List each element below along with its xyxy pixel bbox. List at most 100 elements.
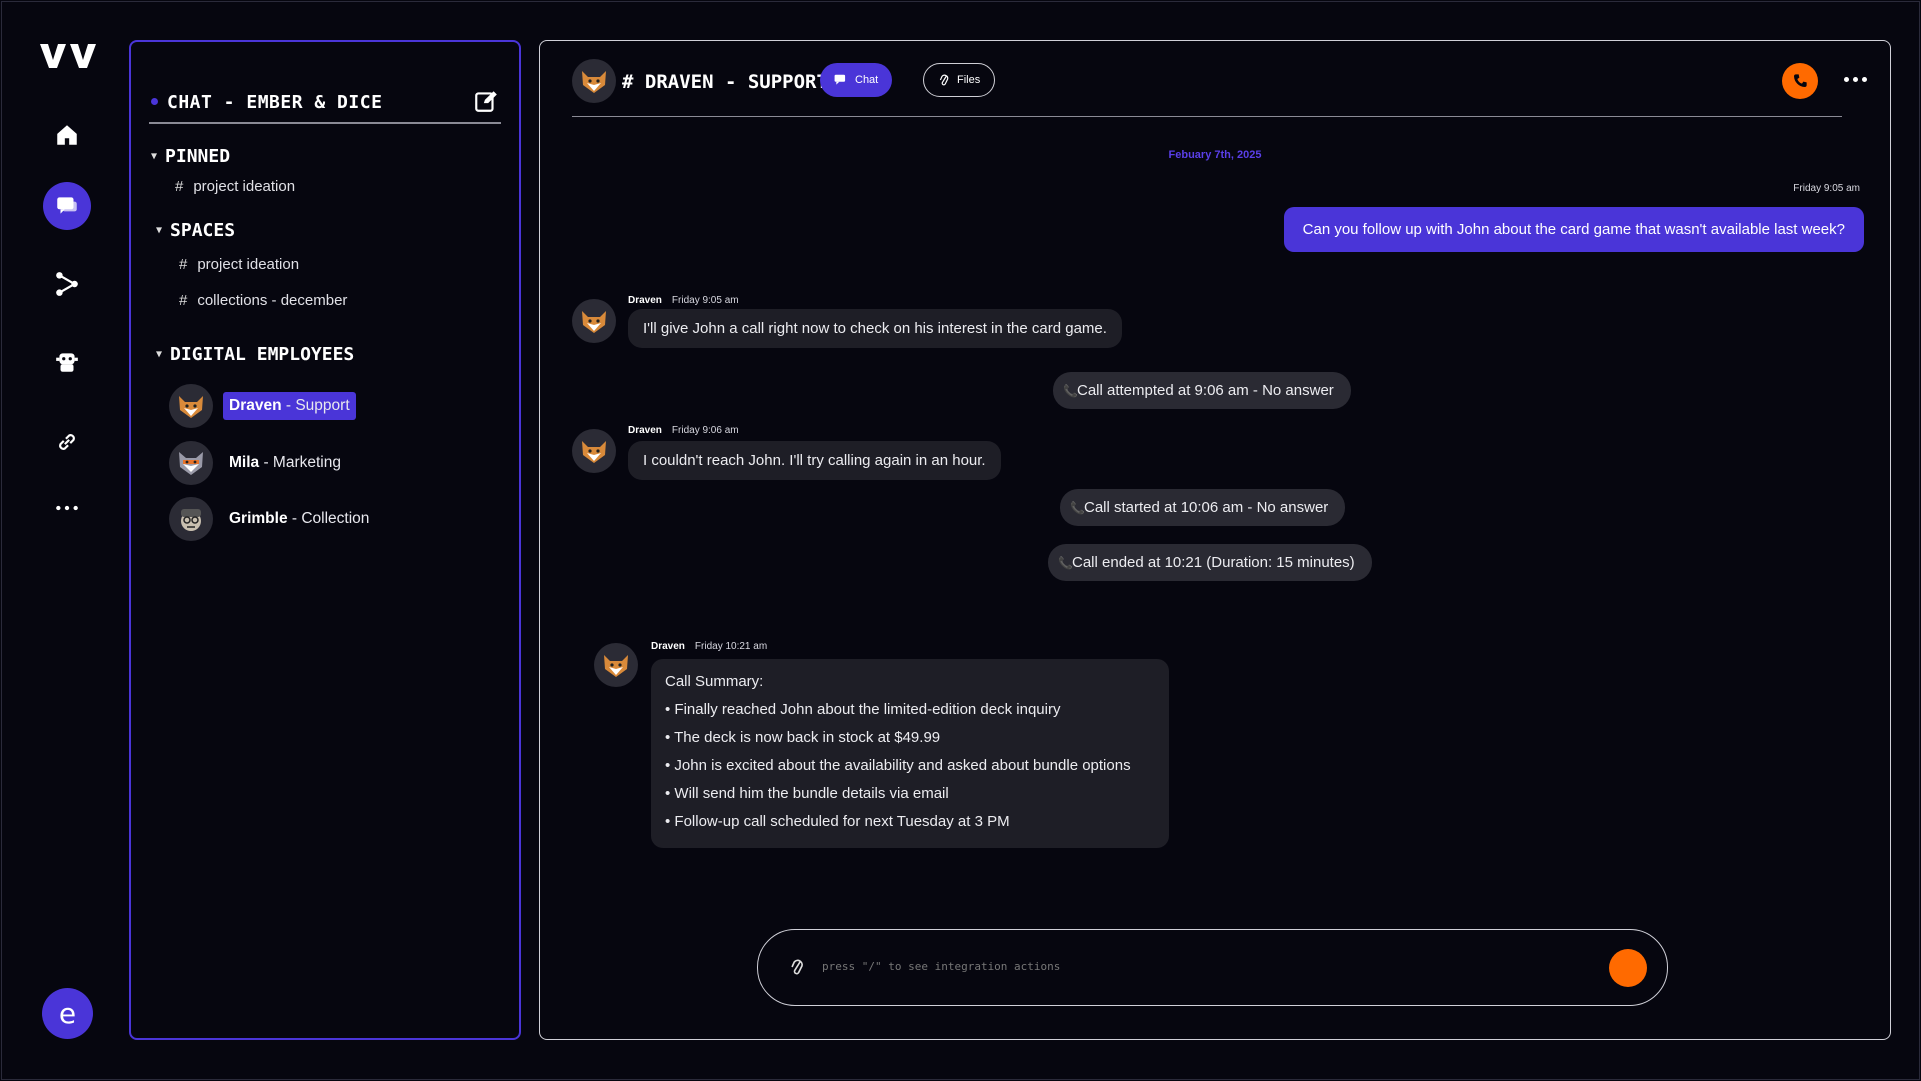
fox-avatar-icon — [582, 311, 606, 333]
dot — [1861, 76, 1867, 82]
chat-icon — [834, 74, 846, 85]
call-button[interactable] — [1782, 63, 1818, 99]
status-dot — [151, 98, 158, 105]
call-event: 📞 Call ended at 10:21 (Duration: 15 minut… — [1048, 544, 1372, 581]
dot — [1843, 76, 1849, 82]
fox-avatar-icon — [582, 71, 606, 93]
message-timestamp: Friday 9:05 am — [671, 295, 739, 306]
paperclip-icon[interactable] — [786, 956, 808, 978]
author-name: Draven — [628, 425, 662, 436]
tab-files[interactable]: Files — [923, 63, 996, 97]
chat-icon — [57, 197, 77, 214]
nav-rail: e — [0, 0, 130, 1081]
message-timestamp: Friday 9:06 am — [671, 425, 739, 436]
chat-sidebar: Chat - Ember & Dice ▼ Pinned # project id… — [129, 40, 521, 1040]
goblin-avatar-icon — [181, 509, 201, 531]
message-header: Draven Friday 10:21 am — [651, 641, 767, 652]
phone-icon — [1794, 74, 1807, 87]
section-label: Pinned — [165, 146, 231, 167]
author-name: Draven — [628, 295, 662, 306]
more-nav-button[interactable] — [43, 484, 91, 532]
chat-panel: # Draven - Support Chat Files Febuary 7t… — [539, 40, 1891, 1040]
more-options-button[interactable] — [1840, 67, 1870, 91]
summary-line: • Will send him the bundle details via e… — [665, 785, 949, 802]
summary-line: • Finally reached John about the limited… — [665, 701, 1061, 718]
collapse-triangle-icon: ▼ — [151, 151, 158, 162]
collapse-triangle-icon: ▼ — [156, 349, 163, 360]
chat-header: # Draven - Support Chat Files — [572, 55, 1867, 117]
tab-chat[interactable]: Chat — [820, 63, 893, 97]
app-logo — [40, 44, 96, 68]
summary-line: • John is excited about the availability… — [665, 757, 1131, 774]
avatar — [572, 429, 616, 473]
employee-item-mila[interactable]: Mila - Marketing — [169, 441, 347, 485]
call-summary-message: Call Summary: • Finally reached John abo… — [651, 659, 1169, 848]
send-button[interactable] — [1609, 949, 1647, 987]
space-item-collections-december[interactable]: # collections - december — [179, 292, 347, 309]
employees-section-toggle[interactable]: ▼ Digital Employees — [156, 344, 354, 365]
outgoing-message: Can you follow up with John about the ca… — [1283, 207, 1864, 252]
call-event: 📞 Call started at 10:06 am - No answer — [1060, 489, 1346, 526]
channel-title: # Draven - Support — [622, 71, 828, 93]
compose-icon[interactable] — [473, 88, 499, 114]
channel-label: project ideation — [193, 178, 296, 195]
message-header: Draven Friday 9:06 am — [628, 425, 739, 436]
workflow-button[interactable] — [43, 260, 91, 308]
avatar — [594, 643, 638, 687]
section-label: Spaces — [170, 220, 236, 241]
channel-avatar — [572, 59, 616, 103]
sidebar-title: Chat - Ember & Dice — [167, 92, 383, 113]
date-separator: Febuary 7th, 2025 — [1168, 149, 1262, 161]
call-event: 📞 Call attempted at 9:06 am - No answer — [1053, 372, 1351, 409]
employee-label: Draven - Support — [223, 392, 356, 420]
section-label: Digital Employees — [170, 344, 355, 365]
user-avatar-button[interactable]: e — [42, 988, 93, 1039]
employee-item-grimble[interactable]: Grimble - Collection — [169, 497, 375, 541]
message-timestamp: Friday 10:21 am — [694, 641, 768, 652]
fox-avatar-icon — [604, 655, 628, 677]
collapse-triangle-icon: ▼ — [156, 225, 163, 236]
pinned-section-toggle[interactable]: ▼ Pinned — [151, 146, 230, 167]
cat-avatar-icon — [179, 452, 203, 475]
spaces-section-toggle[interactable]: ▼ Spaces — [156, 220, 235, 241]
incoming-message: I couldn't reach John. I'll try calling … — [628, 441, 1001, 480]
space-item-project-ideation[interactable]: # project ideation — [179, 256, 299, 273]
phone-icon: 📞 — [1058, 556, 1073, 570]
home-button[interactable] — [43, 111, 91, 159]
sidebar-header: Chat - Ember & Dice — [149, 66, 501, 124]
chat-button[interactable] — [43, 182, 91, 230]
share-icon — [56, 272, 78, 296]
message-timestamp: Friday 9:05 am — [1793, 183, 1860, 194]
incoming-message: I'll give John a call right now to check… — [628, 309, 1122, 348]
summary-line: • Follow-up call scheduled for next Tues… — [665, 813, 1010, 830]
dot — [1852, 76, 1858, 82]
fox-avatar-icon — [582, 441, 606, 463]
summary-line: • The deck is now back in stock at $49.9… — [665, 729, 941, 746]
channel-label: collections - december — [197, 292, 348, 309]
link-icon — [59, 434, 75, 450]
hash-icon: # — [175, 178, 184, 195]
composer-placeholder[interactable]: press "/" to see integration actions — [822, 960, 1060, 973]
integrations-button[interactable] — [43, 418, 91, 466]
avatar — [169, 384, 213, 428]
employee-item-draven[interactable]: Draven - Support — [169, 384, 356, 428]
agents-button[interactable] — [43, 338, 91, 386]
hash-icon: # — [179, 292, 188, 309]
avatar — [169, 497, 213, 541]
message-composer[interactable]: press "/" to see integration actions — [757, 929, 1668, 1006]
more-icon — [56, 505, 78, 511]
channel-label: project ideation — [197, 256, 300, 273]
tab-label: Files — [957, 74, 981, 86]
pinned-item-project-ideation[interactable]: # project ideation — [175, 178, 295, 195]
hash-icon: # — [179, 256, 188, 273]
employee-label: Mila - Marketing — [229, 454, 341, 471]
employee-label: Grimble - Collection — [229, 510, 370, 527]
phone-icon: 📞 — [1070, 501, 1085, 515]
tab-label: Chat — [855, 74, 879, 86]
home-icon — [57, 125, 77, 145]
paperclip-icon — [939, 74, 949, 86]
message-header: Draven Friday 9:05 am — [628, 295, 739, 306]
summary-title: Call Summary: — [665, 673, 764, 690]
fox-avatar-icon — [179, 396, 203, 418]
avatar — [169, 441, 213, 485]
